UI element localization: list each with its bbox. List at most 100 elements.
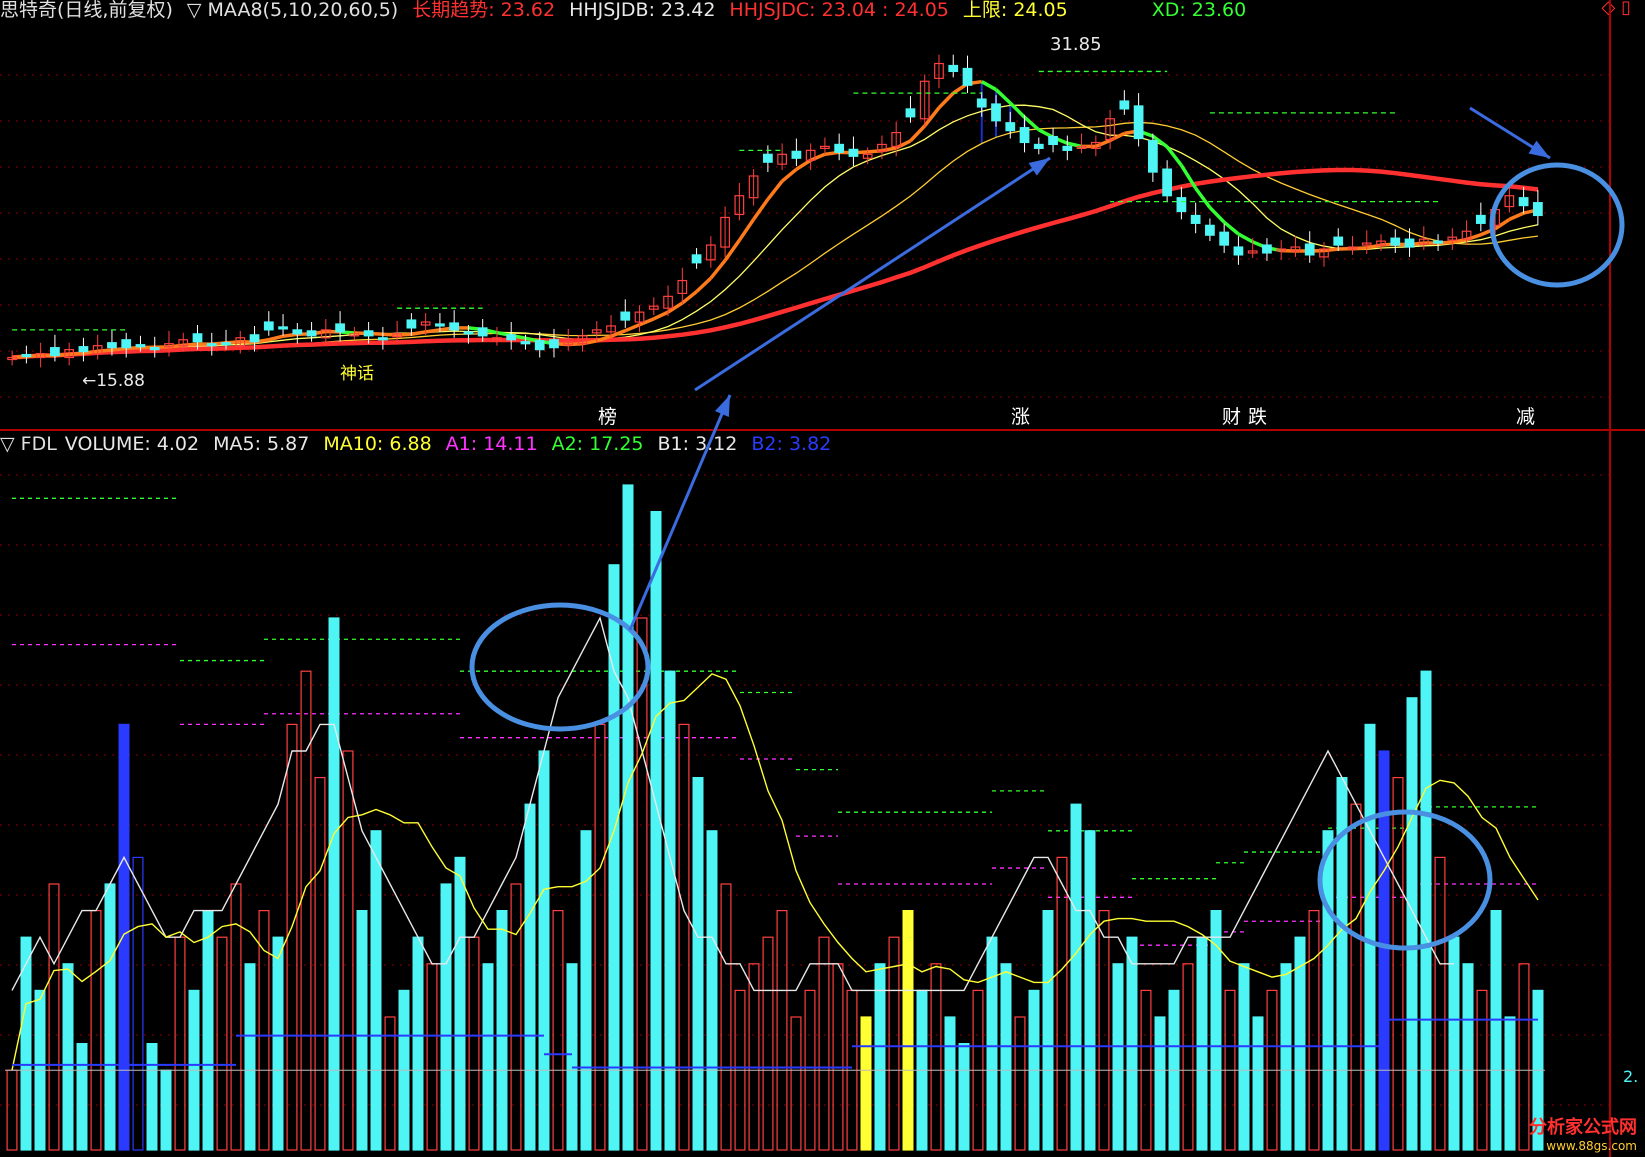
ma5-segment xyxy=(1237,232,1254,244)
volume-bar xyxy=(1406,697,1418,1151)
candle-body xyxy=(1404,238,1415,248)
candle-body xyxy=(1119,100,1130,110)
volume-bar xyxy=(594,723,606,1151)
candle-body xyxy=(50,347,60,357)
volume-bar xyxy=(1112,963,1124,1151)
candle-body xyxy=(1333,236,1344,246)
volume-bar xyxy=(1252,1016,1264,1151)
ma5-segment xyxy=(737,218,756,242)
ma5-segment xyxy=(881,146,897,153)
volume-bar xyxy=(62,963,74,1151)
volume-bar xyxy=(566,963,578,1151)
ma5-segment xyxy=(723,239,741,262)
candle-body xyxy=(1390,237,1401,246)
volume-bar xyxy=(272,936,284,1151)
volume-bar xyxy=(1042,909,1054,1151)
ma5-segment xyxy=(411,330,426,336)
candle-body xyxy=(192,333,203,343)
low-price-label: ←15.88 xyxy=(82,371,145,391)
volume-bar xyxy=(384,1016,396,1151)
candle-body xyxy=(221,342,231,346)
shenhua-marker: 神话 xyxy=(340,364,374,384)
candle-body xyxy=(206,343,217,347)
candle-body xyxy=(449,322,460,331)
volume-bar xyxy=(1084,830,1096,1151)
volume-bar xyxy=(356,909,368,1151)
ma20-line xyxy=(12,121,1538,359)
volume-bar xyxy=(1210,909,1222,1151)
arrow-head xyxy=(1528,140,1550,158)
volume-bar xyxy=(944,1016,956,1151)
candle-body xyxy=(263,321,274,331)
volume-bar xyxy=(1490,909,1502,1151)
candle-body xyxy=(249,334,260,343)
ma5-segment xyxy=(97,348,113,353)
ma5-segment xyxy=(923,106,941,127)
volume-bar xyxy=(1434,856,1446,1151)
candle-body xyxy=(791,150,802,159)
ma5-segment xyxy=(282,332,298,338)
volume-bar xyxy=(48,883,60,1151)
candle-body xyxy=(1518,197,1529,207)
volume-bar xyxy=(426,963,438,1151)
candle-body xyxy=(1190,214,1201,224)
candle-body xyxy=(335,323,345,333)
candle-body xyxy=(1532,202,1543,217)
candle-body xyxy=(1147,139,1158,173)
ma5-segment xyxy=(653,310,669,321)
candle-body xyxy=(435,323,445,327)
volume-bar xyxy=(1238,963,1250,1151)
volume-bar xyxy=(244,963,256,1151)
candle-body xyxy=(905,108,916,118)
volume-bar xyxy=(1518,963,1530,1151)
volume-bar xyxy=(1392,776,1404,1151)
candle-body xyxy=(306,330,317,337)
high-price-label: 31.85 xyxy=(1050,34,1102,55)
candle-body xyxy=(962,67,973,86)
ma5-volume-line xyxy=(11,616,1454,992)
bang-marker: 榜 xyxy=(598,406,617,428)
volume-bar xyxy=(1308,909,1320,1151)
volume-bar xyxy=(986,936,998,1151)
volume-bar xyxy=(510,883,522,1151)
ma5-segment xyxy=(980,80,997,92)
volume-bar xyxy=(1154,1016,1166,1151)
volume-bar xyxy=(118,723,130,1151)
volume-bar xyxy=(1280,963,1292,1151)
ma5-segment xyxy=(69,351,84,357)
volume-bar xyxy=(608,564,620,1151)
candle-body xyxy=(1233,246,1244,256)
candle-body xyxy=(406,319,417,329)
volume-bar xyxy=(342,750,354,1151)
price-panel xyxy=(7,54,1543,368)
volume-bar xyxy=(832,963,844,1151)
volume-bar xyxy=(202,909,214,1151)
volume-bar xyxy=(664,670,676,1151)
volume-bar xyxy=(468,936,480,1151)
volume-bar xyxy=(888,936,900,1151)
chart-canvas[interactable]: ←15.88 31.85 神话榜 涨 财跌 减 2. xyxy=(0,0,1645,1157)
candle-body xyxy=(549,339,559,349)
candle-body xyxy=(520,341,531,345)
ma5-segment xyxy=(781,167,798,183)
ma5-segment xyxy=(809,152,826,162)
die-marker: 跌 xyxy=(1248,406,1267,428)
highlight-ellipse xyxy=(1489,162,1625,288)
volume-bar xyxy=(860,1016,872,1151)
ma5-segment xyxy=(1208,206,1226,224)
ma5-segment xyxy=(695,276,713,293)
candle-body xyxy=(463,331,474,335)
volume-bar xyxy=(1364,723,1376,1151)
volume-bar xyxy=(678,723,690,1151)
candle-body xyxy=(1133,105,1144,140)
volume-bar xyxy=(104,883,116,1151)
volume-bar xyxy=(286,723,298,1151)
volume-bar xyxy=(790,1016,802,1151)
volume-bar xyxy=(160,1069,172,1151)
candle-body xyxy=(976,98,987,108)
cai-marker: 财 xyxy=(1222,406,1241,428)
candle-body xyxy=(21,353,32,358)
candle-body xyxy=(506,334,517,341)
candle-body xyxy=(377,337,388,341)
volume-bar xyxy=(174,936,186,1151)
